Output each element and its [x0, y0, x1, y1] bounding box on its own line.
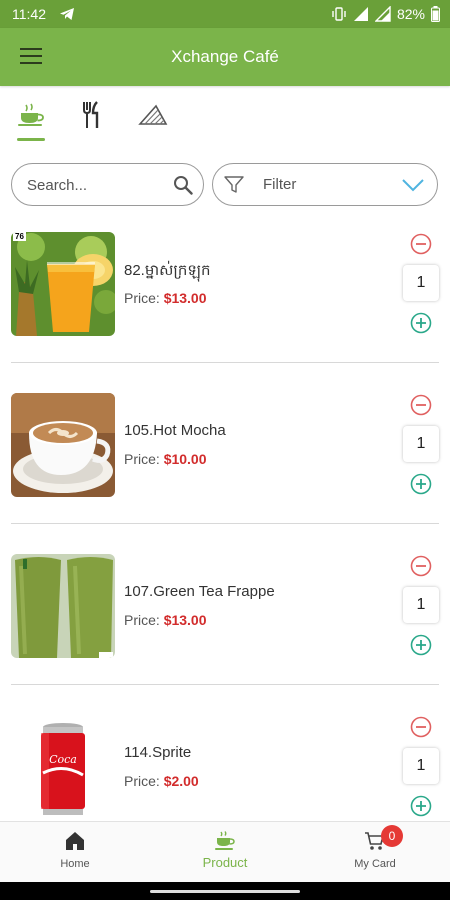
signal-icon	[353, 7, 368, 21]
nav-product[interactable]: Product	[150, 822, 300, 883]
telegram-icon	[60, 8, 74, 20]
increase-button[interactable]	[410, 795, 432, 817]
app-title: Xchange Café	[171, 47, 279, 66]
home-icon	[66, 832, 84, 850]
price-value: $13.00	[163, 290, 207, 306]
tab-food[interactable]	[75, 100, 109, 130]
fork-knife-icon	[83, 101, 99, 128]
bottom-navigation: Home Product 0 My Card	[0, 821, 450, 882]
decrease-button[interactable]	[410, 394, 432, 416]
coffee-cup-icon	[215, 831, 235, 850]
decrease-button[interactable]	[410, 716, 432, 738]
filter-dropdown[interactable]: Filter	[212, 163, 438, 206]
price-value: $13.00	[163, 612, 207, 628]
quantity-field[interactable]: 1	[403, 587, 439, 623]
coffee-cup-icon	[18, 103, 44, 126]
price-line: Price: $13.00	[124, 290, 207, 306]
product-image: Coca	[11, 715, 115, 819]
decrease-button[interactable]	[410, 233, 432, 255]
divider	[11, 523, 439, 524]
product-name: 107.Green Tea Frappe	[124, 583, 275, 600]
nav-cart-label: My Card	[354, 858, 396, 870]
product-name: 105.Hot Mocha	[124, 422, 226, 439]
search-input[interactable]	[27, 174, 167, 196]
filter-label: Filter	[263, 176, 297, 193]
price-line: Price: $13.00	[124, 612, 207, 628]
increase-button[interactable]	[410, 634, 432, 656]
product-row[interactable]: 107.Green Tea Frappe Price: $13.00 1	[0, 546, 450, 707]
product-row[interactable]: 76 82.ម្នាស់ក្រឡុក Price: $13.00 1	[0, 224, 450, 385]
pastry-icon	[138, 104, 168, 125]
app-bar: Xchange Café	[0, 28, 450, 86]
system-navigation-bar	[0, 882, 450, 900]
price-line: Price: $10.00	[124, 451, 207, 467]
tab-pastry[interactable]	[136, 100, 170, 130]
price-label: Price:	[124, 612, 160, 628]
status-bar: 11:42 82%	[0, 0, 450, 28]
search-box	[11, 163, 204, 206]
nav-home-label: Home	[60, 858, 90, 870]
battery-icon	[431, 6, 440, 22]
price-line: Price: $2.00	[124, 773, 199, 789]
quantity-field[interactable]: 1	[403, 265, 439, 301]
price-value: $10.00	[163, 451, 207, 467]
product-name: 82.ម្នាស់ក្រឡុក	[124, 262, 211, 279]
status-time: 11:42	[12, 6, 46, 22]
nav-product-label: Product	[202, 855, 248, 870]
product-image	[11, 554, 115, 658]
divider	[11, 684, 439, 685]
nav-cart[interactable]: 0 My Card	[300, 822, 450, 883]
price-label: Price:	[124, 290, 160, 306]
chevron-down-icon	[402, 179, 424, 192]
image-badge: 76	[13, 232, 26, 241]
quantity-field[interactable]: 1	[403, 426, 439, 462]
divider	[11, 362, 439, 363]
quantity-field[interactable]: 1	[403, 748, 439, 784]
product-row[interactable]: 105.Hot Mocha Price: $10.00 1	[0, 385, 450, 546]
price-value: $2.00	[163, 773, 199, 789]
funnel-icon	[224, 176, 244, 193]
signal-icon	[374, 6, 391, 22]
vibrate-icon	[332, 7, 346, 21]
gesture-handle[interactable]	[150, 890, 300, 893]
product-name: 114.Sprite	[124, 744, 192, 761]
tab-drinks[interactable]	[14, 100, 48, 141]
increase-button[interactable]	[410, 473, 432, 495]
product-image	[11, 393, 115, 497]
search-icon[interactable]	[173, 175, 193, 195]
category-tabs	[0, 86, 450, 148]
svg-text:Coca: Coca	[49, 753, 77, 766]
increase-button[interactable]	[410, 312, 432, 334]
nav-home[interactable]: Home	[0, 822, 150, 883]
battery-percent: 82%	[396, 6, 425, 22]
product-image: 76	[11, 232, 115, 336]
decrease-button[interactable]	[410, 555, 432, 577]
price-label: Price:	[124, 451, 160, 467]
cart-count-badge: 0	[381, 825, 403, 847]
price-label: Price:	[124, 773, 160, 789]
